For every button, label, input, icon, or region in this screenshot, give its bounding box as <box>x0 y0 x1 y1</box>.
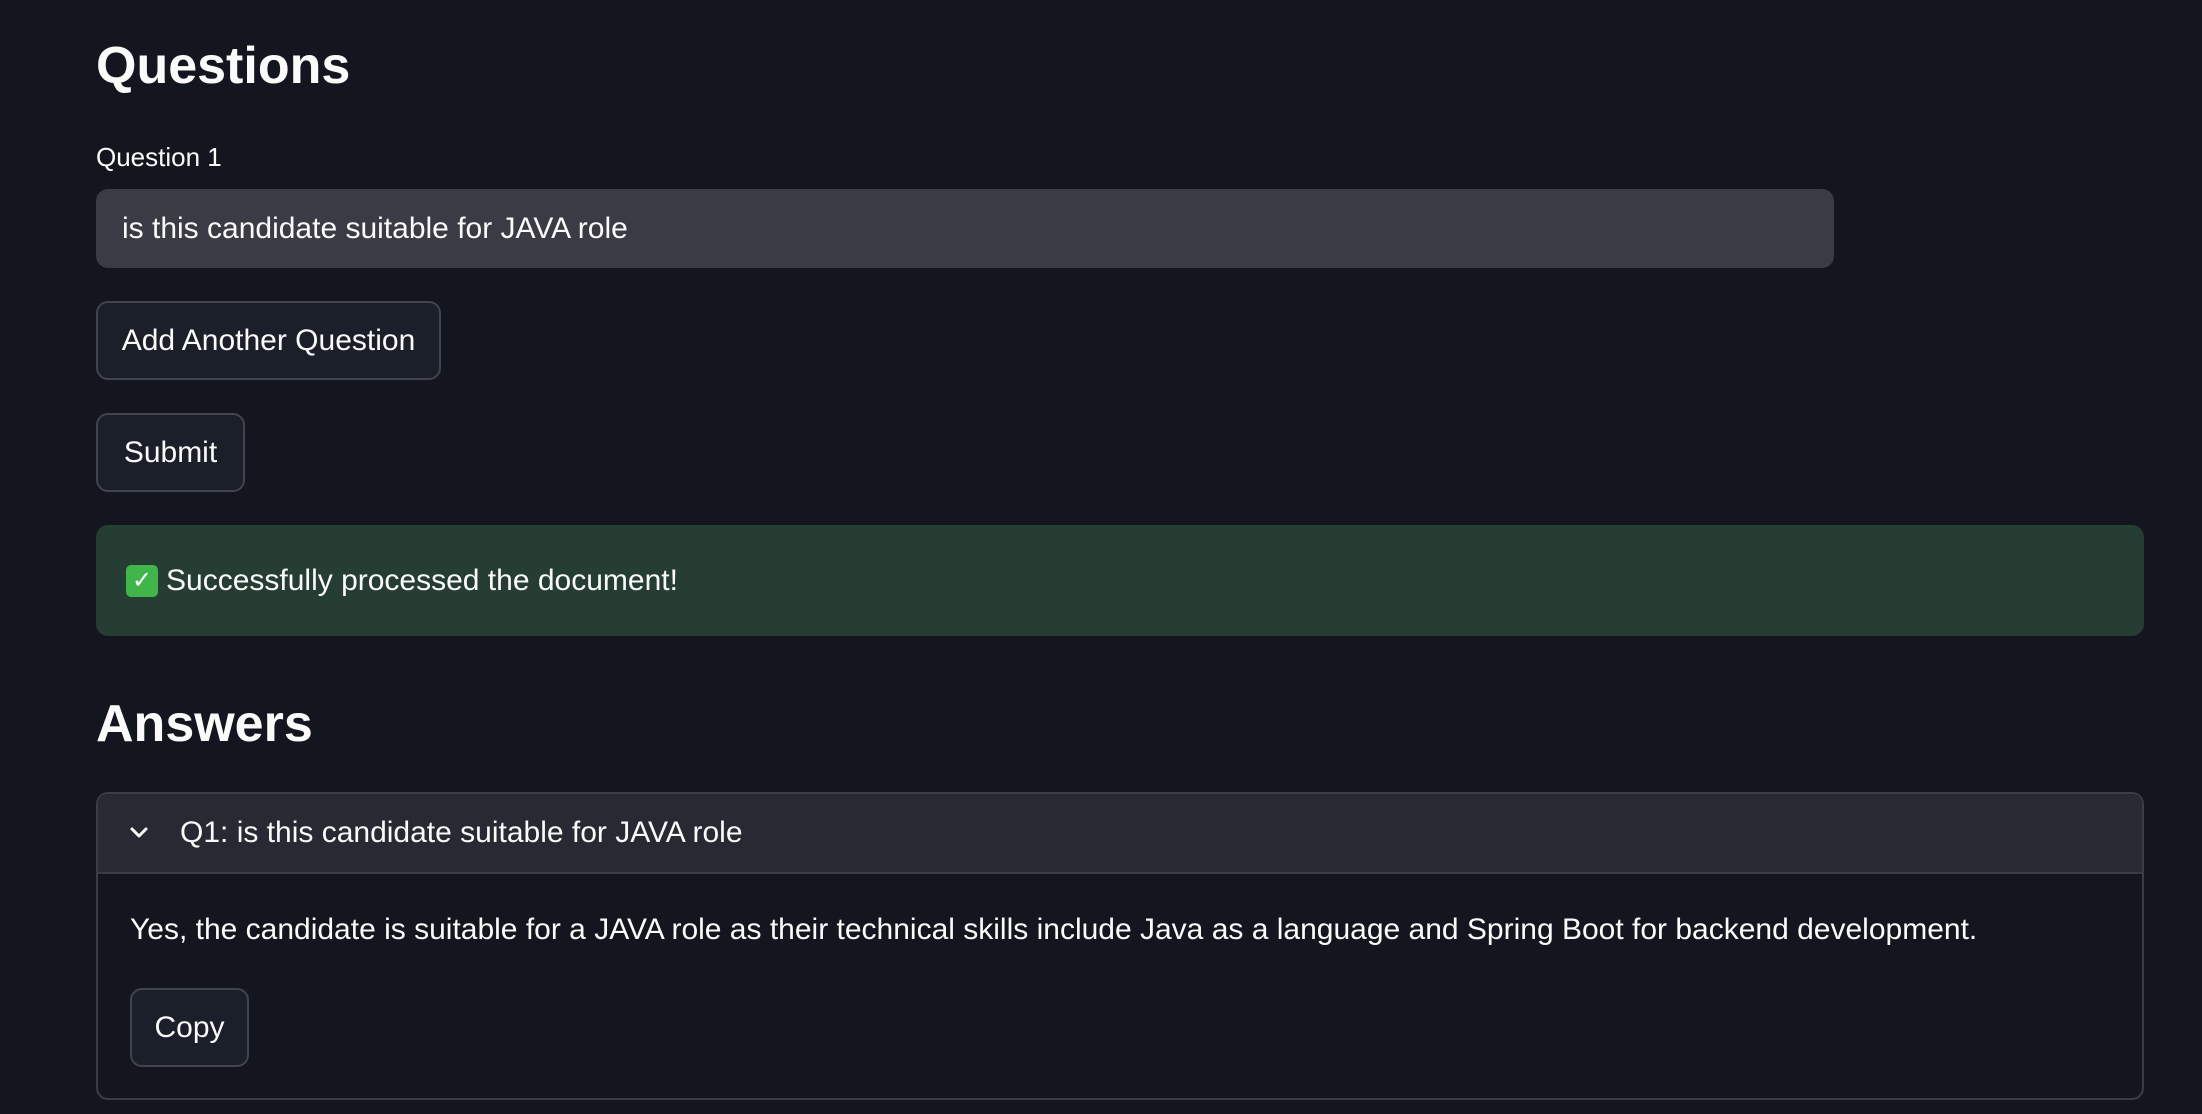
answer-expander-title: Q1: is this candidate suitable for JAVA … <box>180 816 743 849</box>
questions-heading: Questions <box>96 37 351 95</box>
copy-button[interactable]: Copy <box>130 988 249 1067</box>
chevron-down-icon <box>128 822 150 844</box>
answer-expander: Q1: is this candidate suitable for JAVA … <box>96 792 2144 1100</box>
question-1-input[interactable] <box>96 189 1834 268</box>
answer-text: Yes, the candidate is suitable for a JAV… <box>130 913 1978 946</box>
submit-button[interactable]: Submit <box>96 413 245 492</box>
answers-heading: Answers <box>96 695 313 753</box>
success-alert: ✓ Successfully processed the document! <box>96 525 2144 636</box>
check-mark-icon: ✓ <box>126 564 158 597</box>
success-message: Successfully processed the document! <box>166 563 678 597</box>
add-another-question-button[interactable]: Add Another Question <box>96 301 441 380</box>
answer-expander-header[interactable]: Q1: is this candidate suitable for JAVA … <box>98 794 2142 874</box>
question-1-label: Question 1 <box>96 142 222 172</box>
app-page: Questions Question 1 Add Another Questio… <box>0 0 2202 1114</box>
